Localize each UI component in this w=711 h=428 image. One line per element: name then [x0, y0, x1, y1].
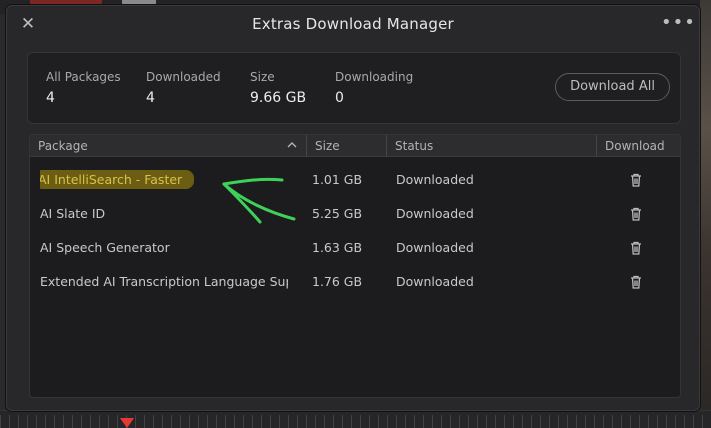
column-header-size[interactable]: Size [306, 135, 386, 157]
package-size: 1.76 GB [312, 274, 363, 289]
stat-size-value: 9.66 GB [250, 90, 307, 106]
stat-downloading: Downloading 0 [335, 70, 413, 106]
stat-downloaded-value: 4 [146, 90, 155, 106]
stat-downloaded: Downloaded 4 [146, 70, 221, 106]
column-header-download-label: Download [605, 139, 665, 153]
dialog-titlebar: ✕ Extras Download Manager ••• [7, 6, 699, 42]
table-row[interactable]: Extended AI Transcription Language Supp.… [30, 265, 680, 299]
background-timeline [0, 410, 711, 428]
table-row[interactable]: AI Speech Generator 1.63 GB Downloaded [30, 231, 680, 265]
table-row[interactable]: AI IntelliSearch - Faster 1.01 GB Downlo… [30, 163, 680, 197]
playhead-marker[interactable] [120, 418, 134, 428]
column-header-status-label: Status [395, 139, 434, 153]
table-header: Package Size Status Download [30, 135, 680, 157]
download-all-button[interactable]: Download All [555, 73, 670, 101]
packages-table: Package Size Status Download AI IntelliS… [29, 134, 681, 398]
package-status: Downloaded [396, 274, 474, 289]
stat-downloading-value: 0 [335, 90, 344, 106]
extras-download-manager-dialog: ✕ Extras Download Manager ••• All Packag… [6, 5, 700, 411]
stat-all-packages: All Packages 4 [46, 70, 121, 106]
background-viewer-edge [700, 0, 711, 428]
stat-size: Size 9.66 GB [250, 70, 306, 106]
package-status: Downloaded [396, 240, 474, 255]
column-header-package-label: Package [38, 139, 88, 153]
dialog-title: Extras Download Manager [252, 15, 454, 33]
stat-all-packages-label: All Packages [46, 70, 121, 84]
summary-panel: All Packages 4 Downloaded 4 Size 9.66 GB… [27, 52, 681, 124]
trash-icon[interactable] [630, 206, 644, 222]
more-horizontal-icon[interactable]: ••• [661, 12, 695, 36]
stat-downloading-label: Downloading [335, 70, 414, 84]
package-status: Downloaded [396, 206, 474, 221]
column-header-package[interactable]: Package [30, 135, 306, 157]
sort-ascending-icon[interactable] [286, 138, 300, 154]
timeline-ticks [0, 415, 711, 428]
package-size: 5.25 GB [312, 206, 363, 221]
column-header-size-label: Size [315, 139, 340, 153]
package-size: 1.01 GB [312, 172, 363, 187]
trash-icon[interactable] [630, 240, 644, 256]
stat-all-packages-value: 4 [46, 90, 55, 106]
package-status: Downloaded [396, 172, 474, 187]
trash-icon[interactable] [630, 172, 644, 188]
stat-downloaded-label: Downloaded [146, 70, 221, 84]
package-name: AI Speech Generator [40, 240, 170, 255]
column-header-status[interactable]: Status [386, 135, 596, 157]
package-size: 1.63 GB [312, 240, 363, 255]
trash-icon[interactable] [630, 274, 644, 290]
stat-size-label: Size [250, 70, 275, 84]
highlighted-package-name: AI IntelliSearch - Faster [40, 170, 195, 189]
annotation-arrow-icon [222, 177, 296, 224]
table-row[interactable]: AI Slate ID 5.25 GB Downloaded [30, 197, 680, 231]
column-header-download[interactable]: Download [596, 135, 680, 157]
package-name: Extended AI Transcription Language Supp.… [40, 274, 288, 289]
